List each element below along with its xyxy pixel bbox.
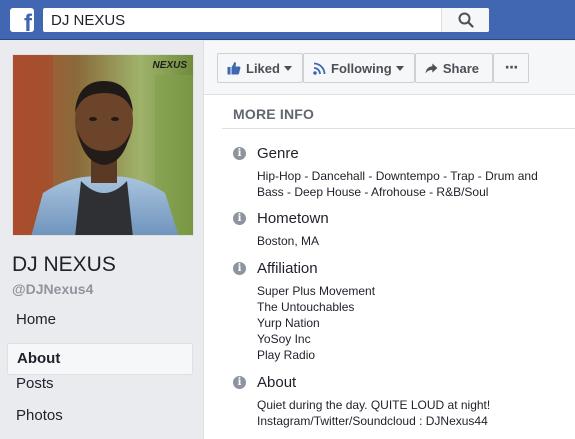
affiliation-title: Affiliation (257, 260, 318, 277)
share-arrow-icon (425, 62, 438, 74)
hometown-body: Boston, MA (257, 233, 573, 249)
more-info-heading: MORE INFO (233, 106, 315, 122)
divider (222, 128, 575, 129)
info-icon: i (233, 212, 246, 225)
info-icon: i (233, 376, 246, 389)
genre-line: Bass - Deep House - Afrohouse - R&B/Soul (257, 185, 489, 199)
hometown-line[interactable]: Boston, MA (257, 233, 573, 249)
facebook-logo-icon[interactable]: f (10, 8, 34, 32)
more-options-button[interactable]: ··· (493, 53, 529, 83)
more-dots-icon: ··· (504, 60, 519, 76)
about-line: Instagram/Twitter/Soundcloud : DJNexus44 (257, 414, 488, 428)
nav-item-home[interactable]: Home (7, 311, 193, 343)
profile-picture[interactable]: NEXUS (12, 54, 194, 236)
action-bar: Liked Following Share ··· (203, 41, 575, 95)
page-handle[interactable]: @DJNexus4 (12, 281, 93, 297)
liked-label: Liked (246, 60, 280, 76)
info-icon: i (233, 147, 246, 160)
affiliation-line: The Untouchables (257, 300, 355, 314)
following-button[interactable]: Following (303, 53, 415, 83)
rss-feed-icon (313, 62, 326, 75)
left-column: NEXUS DJ NEXUS @DJNexus4 Home About Post… (0, 41, 203, 439)
nav-item-photos[interactable]: Photos (7, 407, 193, 439)
share-label: Share (442, 60, 479, 76)
thumbs-up-icon (227, 62, 241, 75)
genre-body: Hip-Hop - Dancehall - Downtempo - Trap -… (257, 168, 573, 200)
left-nav: Home About Posts Photos (7, 311, 193, 439)
genre-title: Genre (257, 145, 299, 162)
search-box (43, 8, 489, 32)
about-line: Quiet during the day. QUITE LOUD at nigh… (257, 398, 491, 412)
liked-button[interactable]: Liked (217, 53, 303, 83)
affiliation-line: Play Radio (257, 348, 316, 362)
hometown-title: Hometown (257, 210, 329, 227)
right-column: Liked Following Share ··· MORE INFO i Ge… (203, 41, 575, 439)
search-icon (458, 12, 474, 28)
profile-photo-image (13, 55, 193, 235)
chevron-down-icon (283, 65, 292, 71)
share-button[interactable]: Share (415, 53, 493, 83)
nav-item-posts[interactable]: Posts (7, 375, 193, 407)
affiliation-line: YoSoy Inc (257, 332, 311, 346)
top-bar: f (0, 0, 575, 40)
following-label: Following (331, 60, 392, 76)
nav-item-about[interactable]: About (7, 343, 193, 375)
search-input[interactable] (43, 8, 441, 32)
profile-watermark: NEXUS (152, 60, 187, 71)
genre-line: Hip-Hop - Dancehall - Downtempo - Trap -… (257, 169, 538, 183)
chevron-down-icon (395, 65, 404, 71)
search-button[interactable] (441, 8, 489, 32)
info-icon: i (233, 262, 246, 275)
affiliation-body: Super Plus Movement The Untouchables Yur… (257, 283, 573, 363)
page-title: DJ NEXUS (12, 253, 116, 276)
affiliation-line: Yurp Nation (257, 316, 320, 330)
facebook-logo-letter: f (24, 10, 32, 33)
more-info-card: MORE INFO i Genre Hip-Hop - Dancehall - … (203, 95, 575, 439)
about-title: About (257, 374, 297, 391)
about-body: Quiet during the day. QUITE LOUD at nigh… (257, 397, 573, 429)
affiliation-line: Super Plus Movement (257, 284, 376, 298)
